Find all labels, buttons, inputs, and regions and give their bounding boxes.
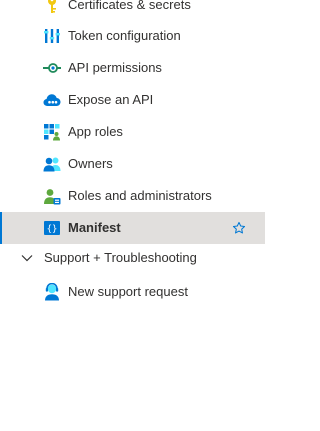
menu-item-app-roles[interactable]: App roles bbox=[0, 116, 265, 148]
support-person-icon bbox=[43, 283, 61, 301]
menu-item-certificates-secrets[interactable]: Certificates & secrets bbox=[0, 0, 265, 21]
token-bars-icon bbox=[43, 27, 61, 45]
chevron-down-icon bbox=[20, 251, 34, 265]
menu-item-label: Expose an API bbox=[68, 92, 154, 107]
api-permissions-icon bbox=[43, 59, 61, 77]
key-icon bbox=[43, 0, 61, 14]
menu-item-label: Owners bbox=[68, 156, 113, 171]
manifest-braces-icon: {} bbox=[43, 219, 61, 237]
menu-item-roles-and-administrators[interactable]: Roles and administrators bbox=[0, 180, 265, 212]
menu-item-label: App roles bbox=[68, 124, 123, 139]
menu-item-label: Manifest bbox=[68, 220, 121, 235]
app-roles-grid-icon bbox=[43, 123, 61, 141]
menu-item-owners[interactable]: Owners bbox=[0, 148, 265, 180]
menu-item-label: API permissions bbox=[68, 60, 162, 75]
menu-item-manifest[interactable]: {} Manifest bbox=[0, 212, 265, 244]
menu-item-label: Roles and administrators bbox=[68, 188, 212, 203]
group-label: Support + Troubleshooting bbox=[44, 250, 197, 265]
menu-item-label: Certificates & secrets bbox=[68, 0, 191, 12]
menu-item-label: New support request bbox=[68, 284, 188, 299]
svg-text:{}: {} bbox=[47, 225, 58, 235]
selection-indicator bbox=[0, 212, 2, 244]
menu-item-api-permissions[interactable]: API permissions bbox=[0, 52, 265, 84]
menu-item-expose-an-api[interactable]: Expose an API bbox=[0, 84, 265, 116]
menu-item-token-configuration[interactable]: Token configuration bbox=[0, 20, 265, 52]
menu-item-label: Token configuration bbox=[68, 28, 181, 43]
menu-item-new-support-request[interactable]: New support request bbox=[0, 276, 265, 308]
cloud-api-icon bbox=[43, 91, 61, 109]
roles-admin-icon bbox=[43, 187, 61, 205]
group-support-troubleshooting[interactable]: Support + Troubleshooting bbox=[0, 244, 265, 272]
favorite-star-icon[interactable] bbox=[231, 220, 247, 236]
owners-people-icon bbox=[43, 155, 61, 173]
